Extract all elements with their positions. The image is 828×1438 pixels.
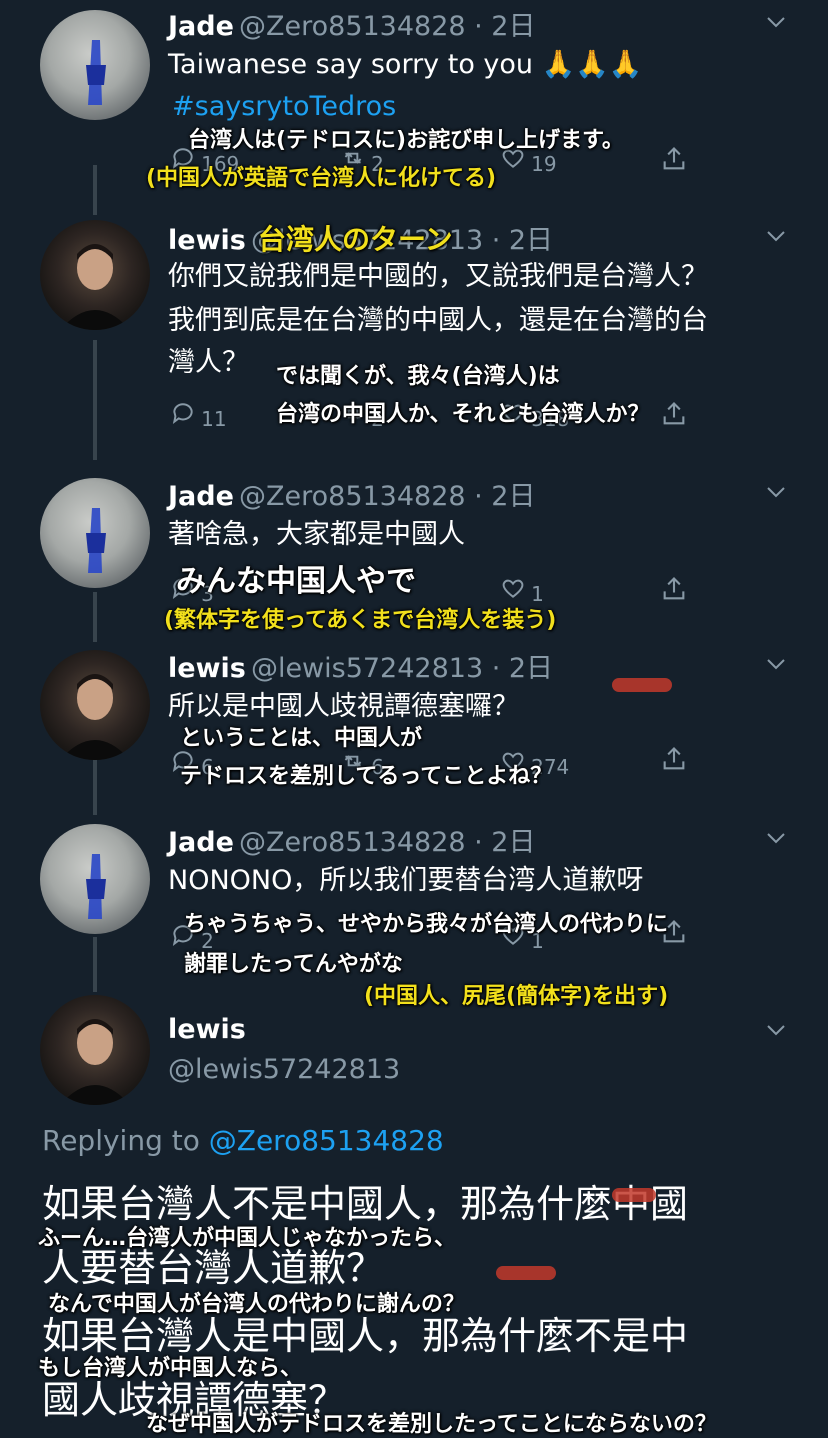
handle[interactable]: @Zero85134828 · 2日 <box>239 827 536 858</box>
annotation: テドロスを差別してるってことよね？ <box>180 764 553 789</box>
redaction-mark <box>612 678 672 692</box>
share-button[interactable] <box>660 575 688 607</box>
thread-line <box>93 165 97 215</box>
thread-line <box>93 592 97 642</box>
annotation: なぜ中国人がテドロスを差別したってことにならないの？ <box>146 1412 717 1437</box>
display-name[interactable]: lewis <box>168 1014 246 1045</box>
like-count: 19 <box>531 152 557 176</box>
handle[interactable]: @Zero85134828 · 2日 <box>239 481 536 512</box>
annotation: ちゃうちゃう、せやから我々が台湾人の代わりに <box>184 912 669 937</box>
handle[interactable]: @Zero85134828 · 2日 <box>239 11 536 42</box>
share-icon <box>663 577 685 600</box>
annotation: 台湾人は(テドロスに)お詫び申し上げます。 <box>188 128 624 153</box>
tweet-text: 我們到底是在台灣的中國人，還是在台灣的台 <box>168 305 708 336</box>
reply-button[interactable]: 11 <box>170 400 227 431</box>
share-button[interactable] <box>660 145 688 177</box>
redaction-mark <box>612 1188 656 1202</box>
chevron-down-icon[interactable] <box>766 828 786 848</box>
chevron-down-icon[interactable] <box>766 1020 786 1040</box>
tweet-text: 你們又說我們是中國的，又說我們是台灣人？ <box>168 261 708 292</box>
tweet-text: 著啥急，大家都是中國人 <box>168 519 465 550</box>
display-name[interactable]: Jade <box>168 11 234 42</box>
annotation: (中国人が英語で台湾人に化けてる) <box>146 166 497 191</box>
reply-icon <box>172 403 193 424</box>
annotation: みんな中国人やで <box>176 564 416 599</box>
thread-line <box>93 937 97 992</box>
display-name[interactable]: lewis <box>168 653 246 684</box>
annotation: もし台湾人が中国人なら、 <box>38 1356 303 1381</box>
reply-count: 11 <box>201 407 227 431</box>
chevron-down-icon[interactable] <box>766 12 786 32</box>
avatar[interactable] <box>40 995 150 1105</box>
annotation: 台湾人のターン <box>258 223 453 256</box>
replying-to: Replying to @Zero85134828 <box>42 1124 444 1157</box>
redaction-mark <box>496 1266 556 1280</box>
share-icon <box>663 402 685 425</box>
share-button[interactable] <box>660 745 688 777</box>
annotation: ふーん…台湾人が中国人じゃなかったら、 <box>38 1226 457 1251</box>
avatar[interactable] <box>40 10 150 120</box>
thread-line <box>93 340 97 460</box>
annotation: (繁体字を使ってあくまで台湾人を装う) <box>164 608 557 633</box>
share-icon <box>663 747 685 770</box>
replying-target-link[interactable]: @Zero85134828 <box>209 1124 444 1157</box>
tweet-text: Taiwanese say sorry to you 🙏🙏🙏 <box>168 49 643 80</box>
display-name[interactable]: Jade <box>168 481 234 512</box>
tweet-text: NONONO，所以我们要替台湾人道歉呀 <box>168 865 644 896</box>
annotation: 台湾の中国人か、それとも台湾人か？ <box>276 402 650 427</box>
annotation: ということは、中国人が <box>180 726 423 751</box>
display-name[interactable]: lewis <box>168 225 246 256</box>
share-button[interactable] <box>660 400 688 432</box>
chevron-down-icon[interactable] <box>766 654 786 674</box>
avatar[interactable] <box>40 824 150 934</box>
chevron-down-icon[interactable] <box>766 482 786 502</box>
replying-label: Replying to <box>42 1124 209 1157</box>
annotation: (中国人、尻尾(簡体字)を出す) <box>364 984 669 1009</box>
avatar[interactable] <box>40 650 150 760</box>
tweet-text: 灣人？ <box>168 347 249 378</box>
avatar[interactable] <box>40 220 150 330</box>
display-name[interactable]: Jade <box>168 827 234 858</box>
handle[interactable]: @lewis57242813 · 2日 <box>251 653 553 684</box>
chevron-down-icon[interactable] <box>766 226 786 246</box>
handle[interactable]: @lewis57242813 <box>168 1054 400 1085</box>
annotation: では聞くが、我々(台湾人)は <box>276 364 560 389</box>
share-icon <box>663 147 685 170</box>
avatar[interactable] <box>40 478 150 588</box>
like-icon <box>502 579 524 598</box>
annotation: 謝罪したってんやがな <box>184 952 403 977</box>
annotation: なんで中国人が台湾人の代わりに謝んの？ <box>48 1292 465 1317</box>
